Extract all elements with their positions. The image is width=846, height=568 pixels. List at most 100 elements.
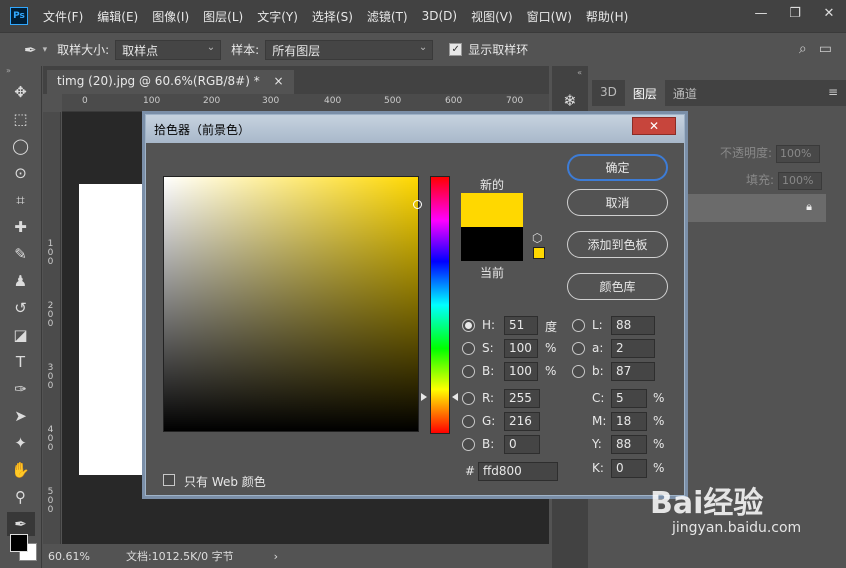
hue-slider-right-arrow[interactable] [452,393,458,401]
red-input[interactable]: 255 [504,389,540,408]
zoom-tool-icon[interactable]: ⚲ [7,485,35,509]
color-libraries-button[interactable]: 颜色库 [567,273,668,300]
brightness-input[interactable]: 100 [504,362,538,381]
cyan-input[interactable]: 5 [611,389,647,408]
web-safe-swatch[interactable] [533,247,545,259]
cancel-button[interactable]: 取消 [567,189,668,216]
type-tool-icon[interactable]: T [7,350,35,374]
history-brush-tool-icon[interactable]: ↺ [7,296,35,320]
menu-image[interactable]: 图像(I) [145,8,196,25]
collapse-tools-icon[interactable]: » [0,66,41,78]
blue-radio[interactable] [462,438,475,451]
sample-size-select[interactable]: 取样点 ⌄ [115,39,222,60]
tab-channels[interactable]: 通道 [665,80,705,106]
fill-control[interactable]: 填充: 100% [746,171,823,190]
show-ring-checkbox[interactable]: ✓ [449,43,463,56]
color-field-marker[interactable] [413,200,422,209]
hue-radio[interactable] [462,319,475,332]
saturation-input[interactable]: 100 [504,339,538,358]
green-radio[interactable] [462,415,475,428]
eyedropper-tool-icon[interactable]: ✒ [6,512,35,536]
hue-slider-left-arrow[interactable] [421,393,427,401]
hex-input[interactable]: ffd800 [478,462,558,481]
hue-input[interactable]: 51 [504,316,538,335]
dialog-title-bar: 拾色器（前景色） ✕ [146,115,684,143]
ok-button[interactable]: 确定 [567,154,668,181]
brightness-radio[interactable] [462,365,475,378]
menu-edit[interactable]: 编辑(E) [90,8,145,25]
pen-tool-icon[interactable]: ✑ [7,377,35,401]
current-color-label: 当前 [480,266,505,280]
only-web-colors-checkbox[interactable] [163,474,175,486]
tab-3d[interactable]: 3D [592,80,625,106]
ruler-tick-label: 700 [506,96,524,106]
new-color-label: 新的 [480,178,505,192]
ruler-tick-label: 300 [262,96,280,106]
add-to-swatches-button[interactable]: 添加到色板 [567,231,668,258]
menu-view[interactable]: 视图(V) [464,8,520,25]
opacity-input[interactable]: 100% [776,145,821,163]
move-tool-icon[interactable]: ✥ [7,80,35,104]
stamp-tool-icon[interactable]: ♟ [7,269,35,293]
zoom-level[interactable]: 60.61% [48,550,90,563]
lab-l-radio[interactable] [572,319,585,332]
tool-preset-chevron-icon[interactable]: ▾ [43,45,48,55]
marquee-tool-icon[interactable]: ⬚ [7,107,35,131]
eyedropper-tool-icon[interactable]: ✒ [24,41,37,59]
lab-b-radio[interactable] [572,365,585,378]
crop-tool-icon[interactable]: ⌗ [7,188,35,212]
minimize-button[interactable]: — [744,0,778,26]
ruler-horizontal: 0 100 200 300 400 500 600 700 [62,94,549,112]
menu-select[interactable]: 选择(S) [305,8,360,25]
color-field[interactable] [163,176,419,432]
yellow-input[interactable]: 88 [611,435,647,454]
cube-warning-icon[interactable]: ⬡ [532,231,542,245]
lab-b-input[interactable]: 87 [611,362,655,381]
lab-l-input[interactable]: 88 [611,316,655,335]
tab-close-icon[interactable]: × [274,74,284,88]
sample-select[interactable]: 所有图层 ⌄ [265,39,434,60]
menu-window[interactable]: 窗口(W) [520,8,579,25]
lab-a-radio[interactable] [572,342,585,355]
saturation-radio[interactable] [462,342,475,355]
workspace-icon[interactable]: ▭ [819,41,832,57]
document-tab[interactable]: timg (20).jpg @ 60.6%(RGB/8#) * × [47,70,294,94]
hue-slider[interactable] [430,176,450,434]
shape-tool-icon[interactable]: ✦ [7,431,35,455]
lab-a-input[interactable]: 2 [611,339,655,358]
collapse-panels-icon[interactable]: « [552,66,588,79]
foreground-color-swatch[interactable] [10,534,28,552]
fill-input[interactable]: 100% [778,172,823,190]
path-select-tool-icon[interactable]: ➤ [7,404,35,428]
document-canvas[interactable] [79,184,149,475]
menu-type[interactable]: 文字(Y) [250,8,305,25]
menu-file[interactable]: 文件(F) [36,8,90,25]
dialog-close-button[interactable]: ✕ [632,117,676,135]
red-radio[interactable] [462,392,475,405]
properties-panel-icon[interactable]: ❄ [557,87,583,113]
saturation-unit: % [545,341,557,355]
panel-menu-icon[interactable]: ≡ [820,80,846,106]
current-color-swatch[interactable] [461,227,523,261]
menu-3d[interactable]: 3D(D) [415,9,464,23]
healing-brush-tool-icon[interactable]: ✚ [7,215,35,239]
black-unit: % [653,461,665,475]
menu-filter[interactable]: 滤镜(T) [360,8,415,25]
lasso-tool-icon[interactable]: ◯ [7,134,35,158]
eraser-tool-icon[interactable]: ◪ [7,323,35,347]
menu-layer[interactable]: 图层(L) [196,8,250,25]
green-input[interactable]: 216 [504,412,540,431]
search-icon[interactable]: ⌕ [799,41,807,57]
magenta-input[interactable]: 18 [611,412,647,431]
close-window-button[interactable]: ✕ [812,0,846,26]
hand-tool-icon[interactable]: ✋ [7,458,35,482]
black-input[interactable]: 0 [611,459,647,478]
status-menu-chevron-icon[interactable]: › [274,550,278,563]
blue-input[interactable]: 0 [504,435,540,454]
opacity-control[interactable]: 不透明度: 100% [720,144,821,163]
menu-help[interactable]: 帮助(H) [579,8,635,25]
quick-select-tool-icon[interactable]: ⊙ [7,161,35,185]
brush-tool-icon[interactable]: ✎ [7,242,35,266]
tab-layers[interactable]: 图层 [624,80,665,106]
restore-button[interactable]: ❐ [778,0,812,26]
